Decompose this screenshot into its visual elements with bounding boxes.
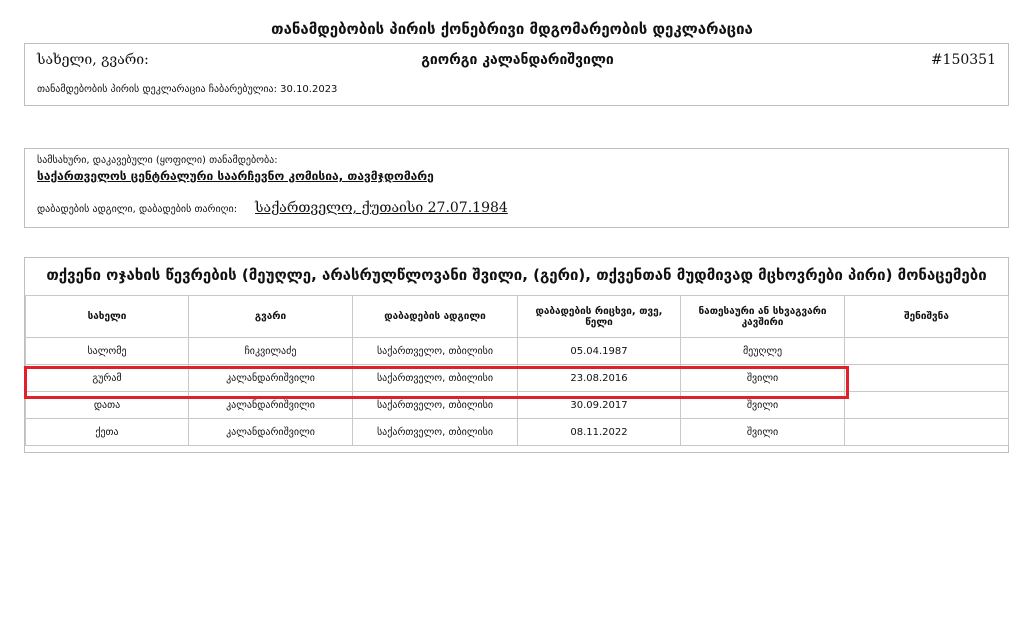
cell-relation: შვილი — [680, 391, 845, 419]
family-table: სახელი გვარი დაბადების ადგილი დაბადების … — [25, 295, 1009, 446]
cell-note — [844, 391, 1009, 419]
cell-birthplace: საქართველო, თბილისი — [352, 364, 518, 392]
cell-name: სალომე — [25, 337, 189, 365]
family-box: თქვენი ოჯახის წევრების (მეუღლე, არასრულწ… — [24, 257, 1009, 453]
header-relation: ნათესაური ან სხვაგვარი კავშირი — [680, 295, 845, 338]
declarant-name: გიორგი კალანდარიშვილი — [421, 52, 614, 68]
declaration-id: #150351 — [930, 52, 996, 68]
document-title: თანამდებობის პირის ქონებრივი მდგომარეობი… — [271, 20, 753, 38]
header-surname: გვარი — [188, 295, 353, 338]
family-section-title: თქვენი ოჯახის წევრების (მეუღლე, არასრულწ… — [46, 266, 987, 284]
cell-name: ქეთა — [25, 418, 189, 446]
header-name: სახელი — [25, 295, 189, 338]
job-value: საქართველოს ცენტრალური საარჩევნო კომისია… — [37, 169, 434, 183]
birth-label: დაბადების ადგილი, დაბადების თარიღი: — [37, 204, 238, 215]
cell-surname: ჩიკვილაძე — [188, 337, 353, 365]
cell-note — [844, 337, 1009, 365]
table-row: სალომე ჩიკვილაძე საქართველო, თბილისი 05.… — [25, 337, 1009, 365]
cell-surname: კალანდარიშვილი — [188, 364, 353, 392]
cell-birthplace: საქართველო, თბილისი — [352, 337, 518, 365]
cell-relation: შვილი — [680, 364, 845, 392]
header-note: შენიშვნა — [844, 295, 1009, 338]
filed-date-text: თანამდებობის პირის დეკლარაცია ჩაბარებული… — [37, 84, 338, 95]
header-birthplace: დაბადების ადგილი — [352, 295, 518, 338]
cell-relation: მეუღლე — [680, 337, 845, 365]
cell-note — [844, 364, 1009, 392]
job-label: სამსახური, დაკავებული (ყოფილი) თანამდებო… — [37, 155, 278, 166]
table-row: დათა კალანდარიშვილი საქართველო, თბილისი … — [25, 391, 1009, 419]
position-box: სამსახური, დაკავებული (ყოფილი) თანამდებო… — [24, 148, 1009, 228]
table-row: ქეთა კალანდარიშვილი საქართველო, თბილისი … — [25, 418, 1009, 446]
cell-note — [844, 418, 1009, 446]
cell-birthdate: 23.08.2016 — [517, 364, 681, 392]
header-birthdate: დაბადების რიცხვი, თვე, წელი — [517, 295, 681, 338]
cell-birthdate: 05.04.1987 — [517, 337, 681, 365]
table-header-row: სახელი გვარი დაბადების ადგილი დაბადების … — [25, 295, 1009, 338]
cell-birthdate: 08.11.2022 — [517, 418, 681, 446]
birth-value: საქართველო, ქუთაისი 27.07.1984 — [255, 200, 508, 216]
identity-box: სახელი, გვარი: გიორგი კალანდარიშვილი #15… — [24, 43, 1009, 106]
cell-birthplace: საქართველო, თბილისი — [352, 418, 518, 446]
table-row: გურამ კალანდარიშვილი საქართველო, თბილისი… — [25, 364, 1009, 392]
cell-name: გურამ — [25, 364, 189, 392]
cell-relation: შვილი — [680, 418, 845, 446]
cell-surname: კალანდარიშვილი — [188, 418, 353, 446]
cell-birthplace: საქართველო, თბილისი — [352, 391, 518, 419]
cell-birthdate: 30.09.2017 — [517, 391, 681, 419]
cell-name: დათა — [25, 391, 189, 419]
cell-surname: კალანდარიშვილი — [188, 391, 353, 419]
